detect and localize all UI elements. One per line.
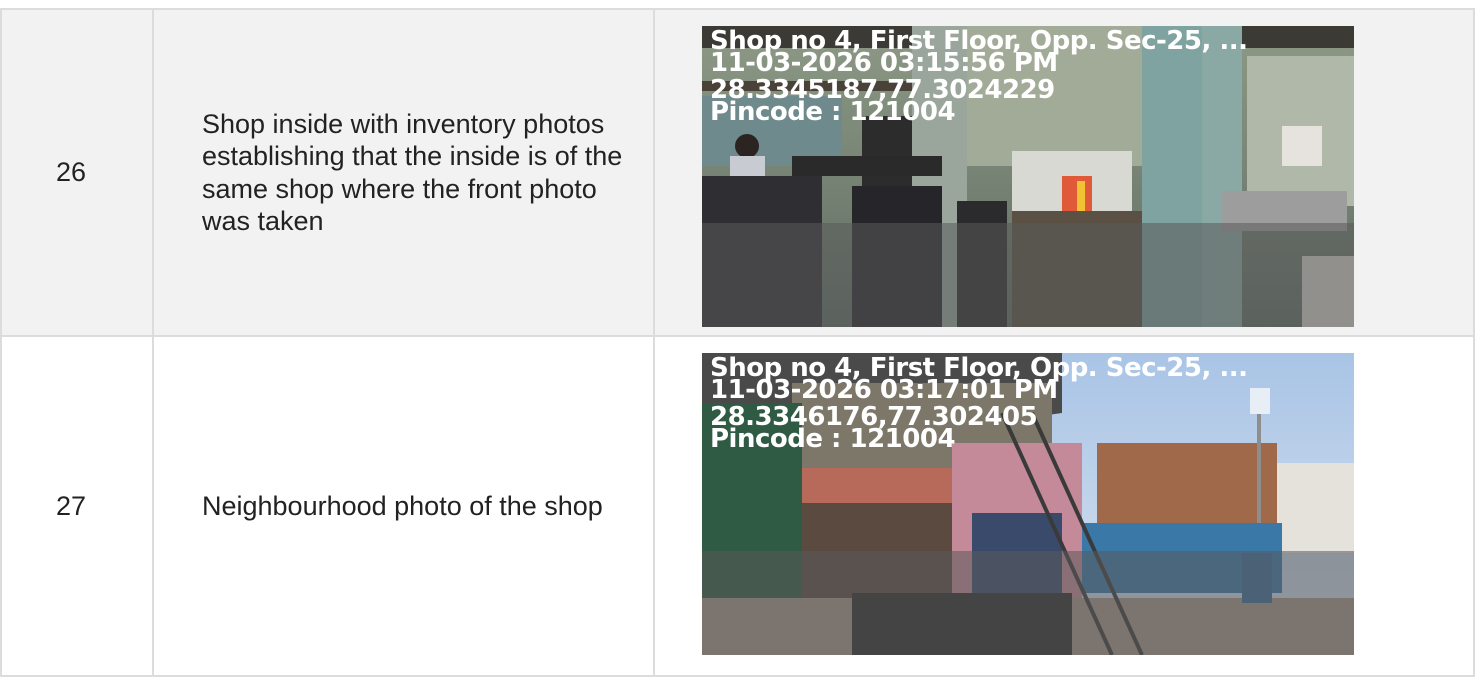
geotag-datetime: 11-03-2026 03:15:56 PM	[710, 48, 1058, 78]
table-row: 27 Neighbourhood photo of the shop Shop …	[0, 335, 1475, 677]
shop-inside-photo: Shop no 4, First Floor, Opp. Sec-25, ...…	[702, 26, 1354, 327]
geotag-overlay	[702, 223, 1354, 327]
geotag-pincode: Pincode : 121004	[710, 97, 956, 127]
row-number-cell: 26	[0, 8, 154, 337]
photo-cell: Shop no 4, First Floor, Opp. Sec-25, ...…	[653, 8, 1475, 337]
row-description: Shop inside with inventory photos establ…	[152, 8, 655, 337]
neighbourhood-photo: Shop no 4, First Floor, Opp. Sec-25, ...…	[702, 353, 1354, 655]
row-number-cell: 27	[0, 335, 154, 677]
row-number: 26	[55, 157, 87, 187]
photo-table: 26 Shop inside with inventory photos est…	[0, 8, 1475, 677]
table-row: 26 Shop inside with inventory photos est…	[0, 8, 1475, 337]
row-number: 27	[55, 490, 87, 521]
photo-cell: Shop no 4, First Floor, Opp. Sec-25, ...…	[653, 335, 1475, 677]
geotag-overlay	[702, 551, 1354, 655]
row-description: Neighbourhood photo of the shop	[152, 335, 655, 677]
geotag-pincode: Pincode : 121004	[710, 424, 956, 454]
geotag-datetime: 11-03-2026 03:17:01 PM	[710, 375, 1058, 405]
